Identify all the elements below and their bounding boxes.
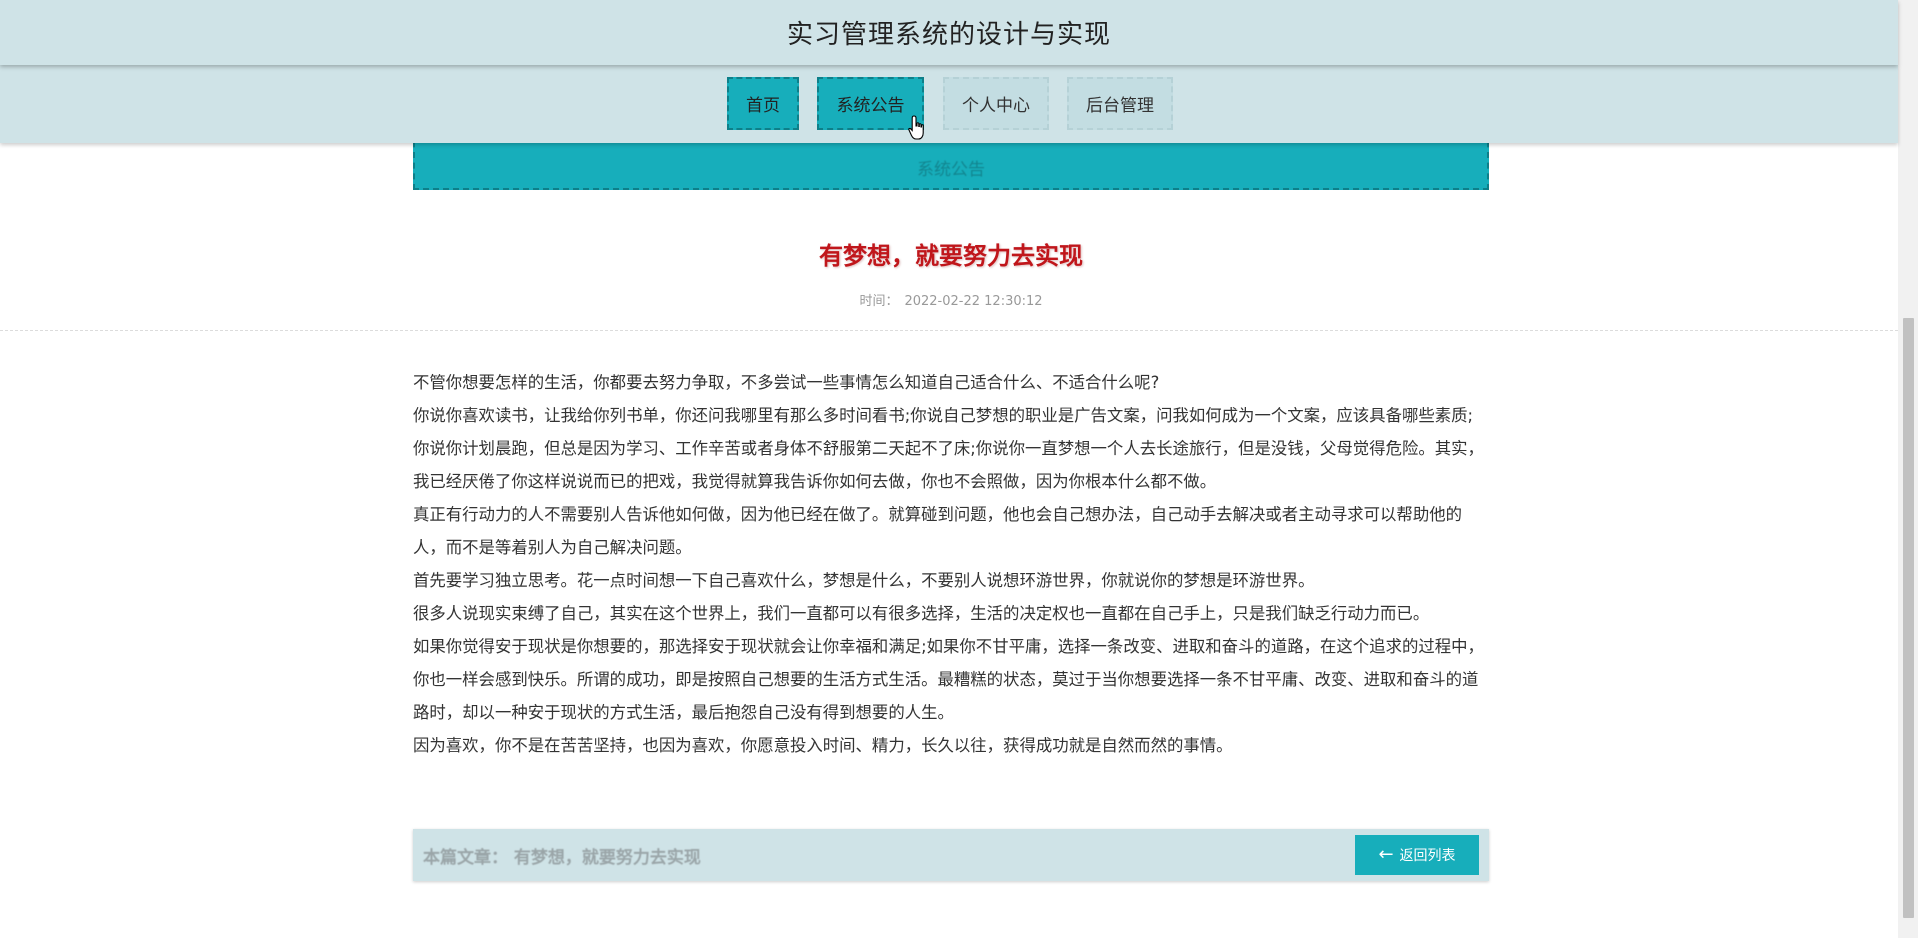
time-label: 时间： (859, 294, 899, 309)
header-divider (0, 330, 1898, 331)
current-article-label: 本篇文章： 有梦想，就要努力去实现 (423, 848, 701, 868)
article-paragraph: 真正有行动力的人不需要别人告诉他如何做，因为他已经在做了。就算碰到问题，他也会自… (413, 505, 1462, 557)
site-title: 实习管理系统的设计与实现 (786, 20, 1111, 50)
article-paragraph: 首先要学习独立思考。花一点时间想一下自己喜欢什么，梦想是什么，不要别人说想环游世… (413, 571, 1315, 590)
arrow-left-icon: ← (1378, 844, 1394, 865)
mouse-cursor-icon (908, 115, 924, 140)
article-paragraph: 很多人说现实束缚了自己，其实在这个世界上，我们一直都可以有很多选择，生活的决定权… (413, 604, 1430, 623)
page: 实习管理系统的设计与实现 首页 系统公告 个人中心 后台管理 系统公告 有梦想，… (0, 0, 1918, 938)
article-paragraph: 因为喜欢，你不是在苦苦坚持，也因为喜欢，你愿意投入时间、精力，长久以往，获得成功… (413, 736, 1233, 755)
article-paragraph: 你说你喜欢读书，让我给你列书单，你还问我哪里有那么多时间看书;你说自己梦想的职业… (413, 406, 1484, 491)
article-title: 有梦想，就要努力去实现 (819, 242, 1083, 270)
back-button-label: 返回列表 (1399, 848, 1456, 864)
article-content: 不管你想要怎样的生活，你都要去努力争取，不多尝试一些事情怎么知道自己适合什么、不… (413, 366, 1489, 762)
site-header: 实习管理系统的设计与实现 (0, 0, 1898, 65)
nav-item-profile[interactable]: 个人中心 (943, 77, 1049, 130)
nav-item-home[interactable]: 首页 (727, 77, 799, 130)
nav-item-admin[interactable]: 后台管理 (1067, 77, 1173, 130)
banner-title: 系统公告 (917, 160, 985, 180)
back-to-list-button[interactable]: ← 返回列表 (1355, 835, 1479, 875)
time-value: 2022-02-22 12:30:12 (904, 294, 1043, 309)
article-footer: 本篇文章： 有梦想，就要努力去实现 ← 返回列表 (413, 829, 1489, 881)
scrollbar-thumb[interactable] (1903, 318, 1914, 918)
article-paragraph: 不管你想要怎样的生活，你都要去努力争取，不多尝试一些事情怎么知道自己适合什么、不… (413, 373, 1160, 392)
article-paragraph: 如果你觉得安于现状是你想要的，那选择安于现状就会让你幸福和满足;如果你不甘平庸，… (413, 637, 1484, 722)
article-meta: 时间： 2022-02-22 12:30:12 (413, 290, 1489, 309)
main-nav: 首页 系统公告 个人中心 后台管理 (0, 65, 1898, 143)
